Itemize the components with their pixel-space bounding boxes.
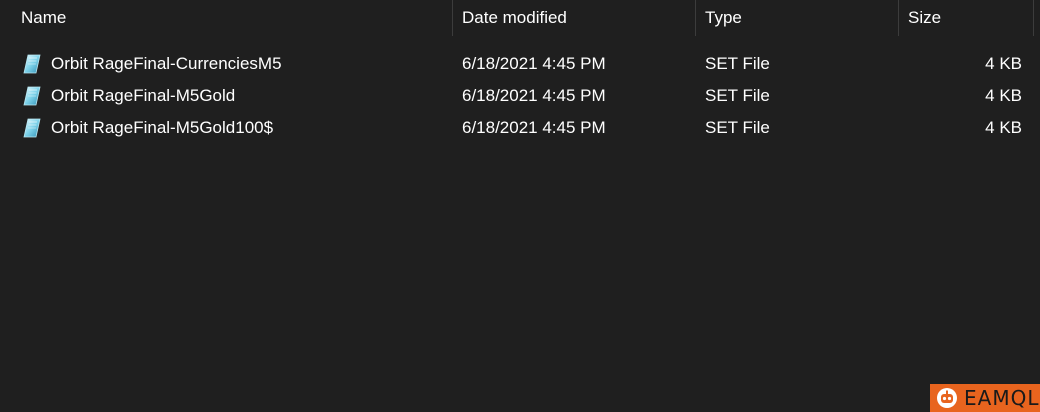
file-size: 4 KB <box>985 54 1022 73</box>
file-type: SET File <box>705 86 770 105</box>
file-row[interactable]: Orbit RageFinal-M5Gold100$ 6/18/2021 4:4… <box>0 112 1040 144</box>
file-date-modified: 6/18/2021 4:45 PM <box>462 54 606 73</box>
column-header-bar: ⌃ Name Date modified Type Size <box>0 0 1040 36</box>
file-date-modified: 6/18/2021 4:45 PM <box>462 86 606 105</box>
file-name[interactable]: Orbit RageFinal-CurrenciesM5 <box>51 48 282 80</box>
file-type: SET File <box>705 54 770 73</box>
file-list: Orbit RageFinal-CurrenciesM5 6/18/2021 4… <box>0 48 1040 144</box>
file-date-modified: 6/18/2021 4:45 PM <box>462 118 606 137</box>
set-file-icon <box>23 86 41 106</box>
eamql-watermark: EAMQL <box>930 384 1040 412</box>
file-name[interactable]: Orbit RageFinal-M5Gold <box>51 80 235 112</box>
file-name[interactable]: Orbit RageFinal-M5Gold100$ <box>51 112 273 144</box>
column-header-date-modified[interactable]: Date modified <box>453 0 695 36</box>
column-header-name[interactable]: Name <box>12 0 452 36</box>
file-size: 4 KB <box>985 118 1022 137</box>
column-header-size[interactable]: Size <box>899 0 1033 36</box>
column-divider[interactable] <box>1033 0 1034 36</box>
file-row[interactable]: Orbit RageFinal-M5Gold 6/18/2021 4:45 PM… <box>0 80 1040 112</box>
set-file-icon <box>23 54 41 74</box>
file-type: SET File <box>705 118 770 137</box>
column-header-type[interactable]: Type <box>696 0 898 36</box>
file-explorer-window: ⌃ Name Date modified Type Size <box>0 0 1040 412</box>
file-size: 4 KB <box>985 86 1022 105</box>
set-file-icon <box>23 118 41 138</box>
file-row[interactable]: Orbit RageFinal-CurrenciesM5 6/18/2021 4… <box>0 48 1040 80</box>
watermark-text: EAMQL <box>964 386 1040 410</box>
robot-logo-icon <box>937 388 957 408</box>
